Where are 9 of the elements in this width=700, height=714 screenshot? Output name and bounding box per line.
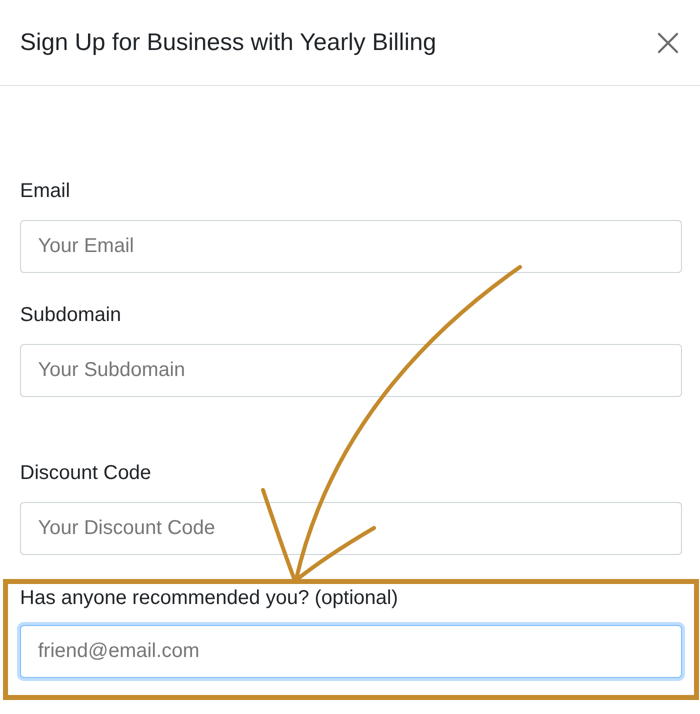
field-label: Subdomain bbox=[20, 303, 122, 327]
field-label: Email bbox=[20, 179, 72, 203]
input-field[interactable]: friend@email.com bbox=[20, 625, 682, 678]
field-label: Discount Code bbox=[20, 461, 152, 485]
input-field[interactable]: Your Discount Code bbox=[20, 502, 682, 555]
field-label: Has anyone recommended you? (optional) bbox=[20, 586, 399, 610]
dialog-title: Sign Up for Business with Yearly Billing bbox=[20, 28, 436, 56]
input-field[interactable]: Your Subdomain bbox=[20, 344, 682, 397]
input-field[interactable]: Your Email bbox=[20, 220, 682, 273]
